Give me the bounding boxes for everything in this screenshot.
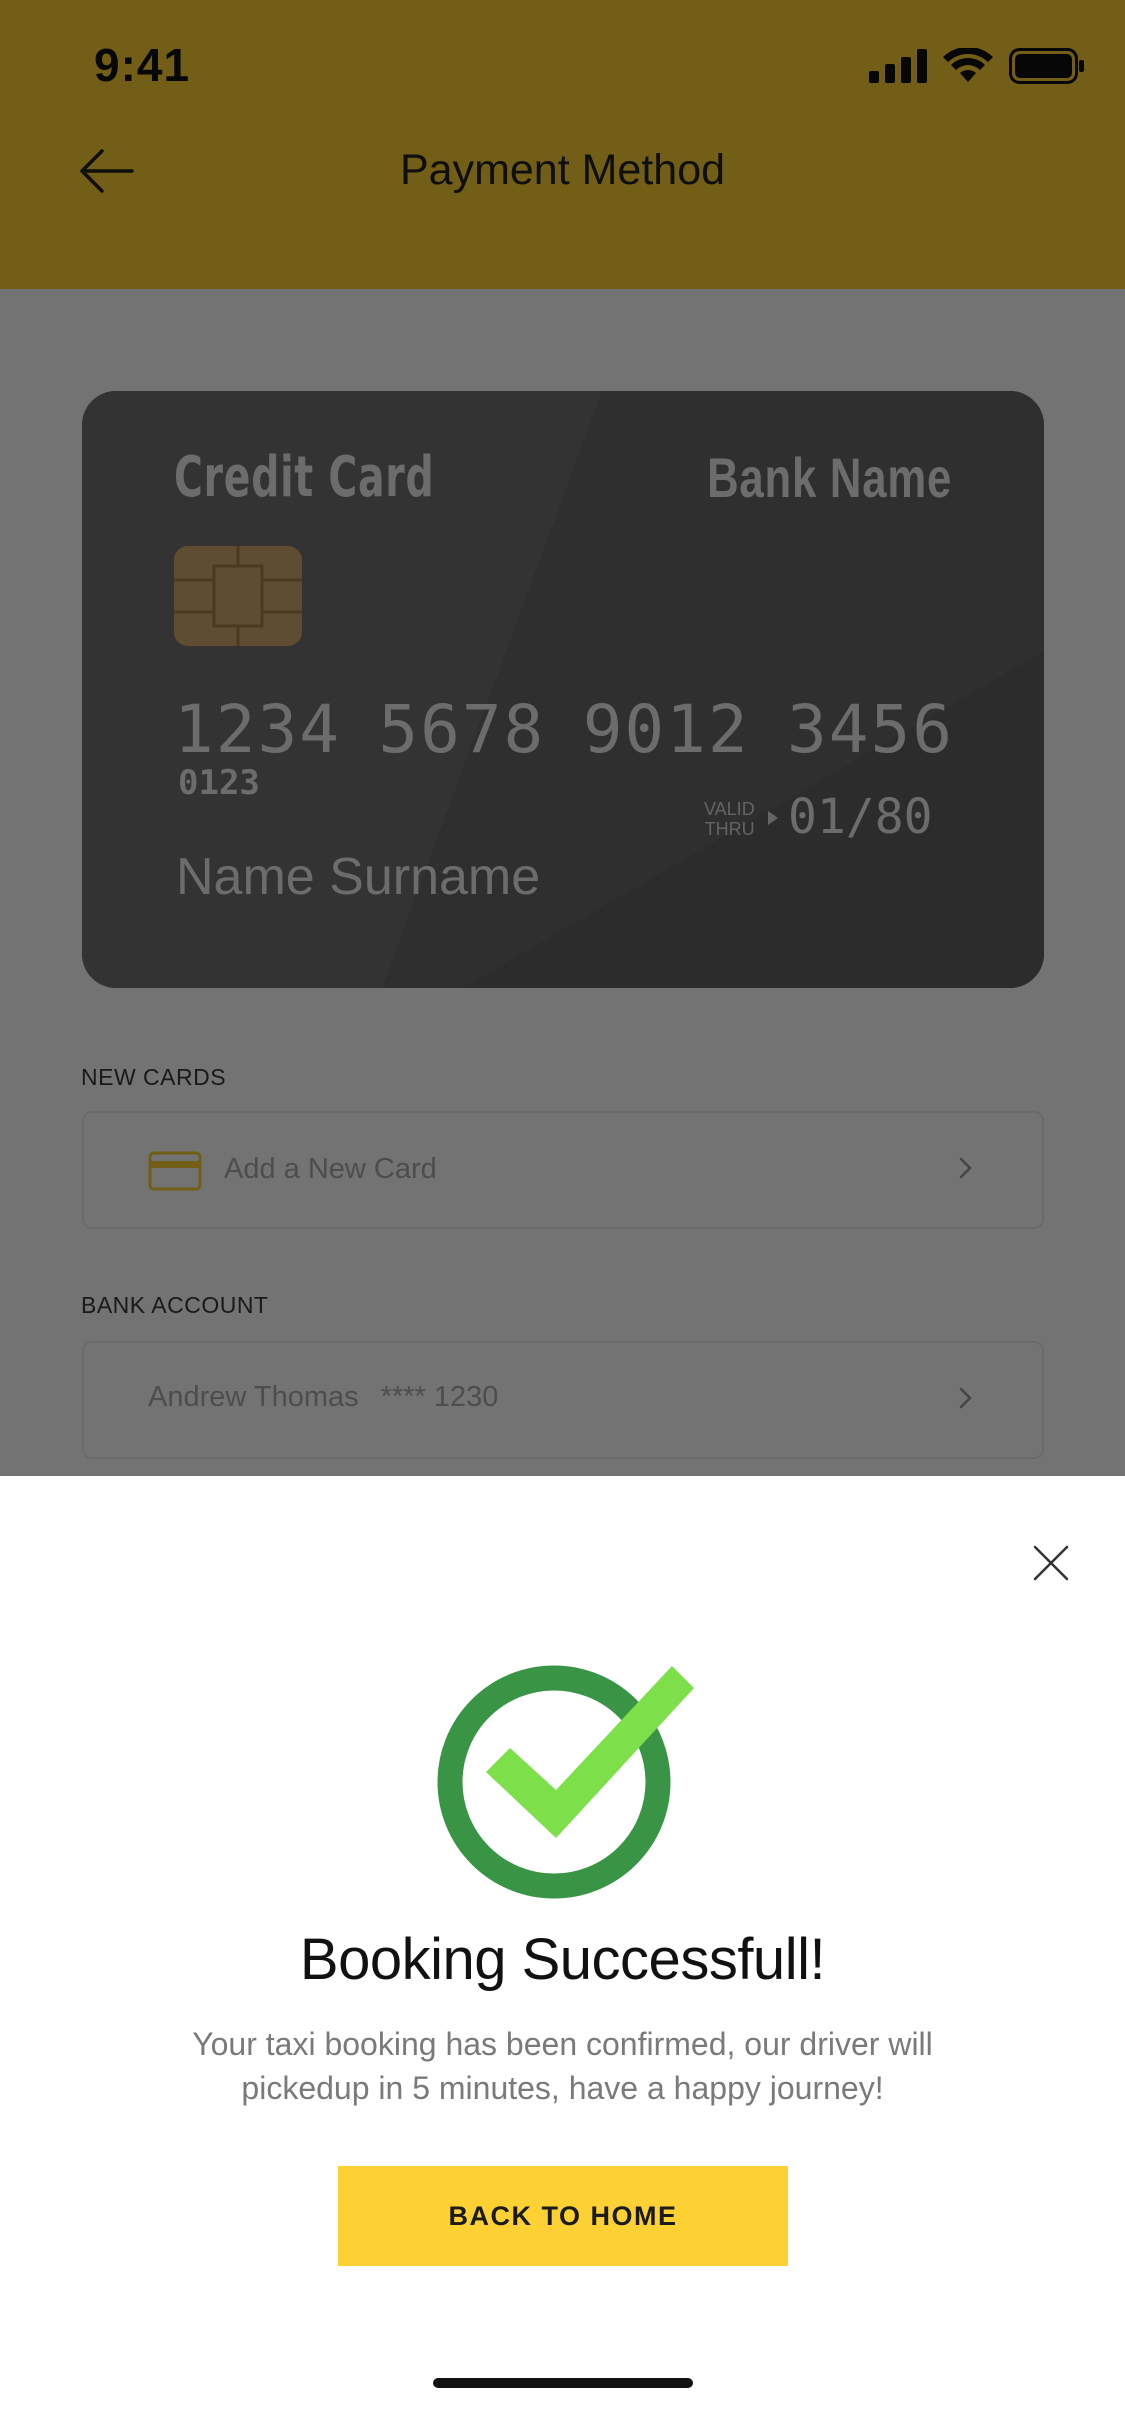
bank-account-label: BANK ACCOUNT bbox=[81, 1292, 269, 1318]
card-bank-label: Bank Name bbox=[707, 446, 952, 509]
card-chip-icon bbox=[174, 546, 302, 646]
app-screen: 9:41 Payment Method Credit Card Bank Nam… bbox=[0, 0, 1125, 2436]
add-new-card-row[interactable]: Add a New Card bbox=[82, 1111, 1044, 1229]
credit-card[interactable]: Credit Card Bank Name 1234 5678 9012 345… bbox=[82, 391, 1044, 988]
back-to-home-button[interactable]: BACK TO HOME bbox=[338, 2166, 788, 2266]
bank-account-name: Andrew Thomas bbox=[148, 1381, 359, 1413]
home-indicator bbox=[433, 2378, 693, 2388]
close-icon bbox=[1033, 1545, 1069, 1581]
booking-success-sheet: Booking Successfull! Your taxi booking h… bbox=[0, 1476, 1125, 2436]
bank-account-masked: **** 1230 bbox=[380, 1381, 499, 1413]
card-number-group: 1234 bbox=[174, 691, 341, 768]
new-cards-label: NEW CARDS bbox=[81, 1064, 227, 1090]
card-number-group: 3456 bbox=[787, 691, 954, 768]
card-holder-name: Name Surname bbox=[176, 848, 541, 906]
card-number-group: 5678 bbox=[378, 691, 546, 768]
chevron-right-icon bbox=[959, 1157, 972, 1179]
wifi-icon bbox=[943, 48, 993, 82]
checkmark-circle-icon bbox=[437, 1665, 694, 1899]
add-new-card-label: Add a New Card bbox=[224, 1153, 437, 1185]
bank-account-info: Andrew Thomas **** 1230 bbox=[148, 1381, 498, 1414]
valid-thru-line: VALID bbox=[704, 799, 755, 819]
valid-thru-arrow-icon bbox=[768, 811, 778, 825]
close-button[interactable] bbox=[1016, 1528, 1086, 1598]
status-time: 9:41 bbox=[94, 39, 191, 91]
valid-thru-line: THRU bbox=[704, 819, 755, 839]
success-title: Booking Successfull! bbox=[299, 1927, 826, 1992]
page-title: Payment Method bbox=[399, 146, 726, 194]
success-message: Your taxi booking has been confirmed, ou… bbox=[150, 2022, 975, 2110]
card-type-label: Credit Card bbox=[174, 445, 435, 510]
success-message-line: pickedup in 5 minutes, have a happy jour… bbox=[241, 2070, 884, 2106]
card-expiry: 01/80 bbox=[788, 789, 933, 845]
credit-card-icon bbox=[148, 1151, 202, 1191]
chevron-right-icon bbox=[959, 1387, 972, 1409]
card-number: 1234 5678 9012 3456 bbox=[174, 691, 954, 768]
signal-icon bbox=[869, 49, 927, 83]
card-small-number: 0123 bbox=[178, 763, 260, 803]
battery-icon bbox=[1009, 48, 1084, 84]
success-message-line: Your taxi booking has been confirmed, ou… bbox=[192, 2026, 933, 2062]
card-number-group: 9012 bbox=[582, 691, 750, 768]
bank-account-row[interactable]: Andrew Thomas **** 1230 bbox=[82, 1341, 1044, 1459]
header-bar: 9:41 Payment Method bbox=[0, 0, 1125, 289]
status-icons bbox=[869, 46, 1085, 86]
valid-thru-label: VALID THRU bbox=[704, 799, 755, 839]
